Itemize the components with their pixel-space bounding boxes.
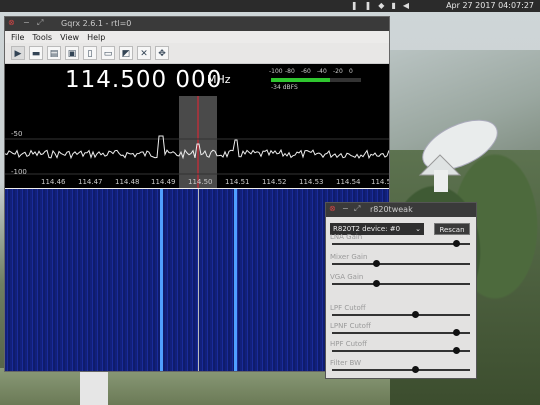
desktop-post xyxy=(80,372,108,405)
spectrum-svg: -50 -100 114.46 114.47 114.48 114.49 114… xyxy=(4,96,391,188)
maximize-icon[interactable]: ⤢ xyxy=(354,204,360,214)
close-icon[interactable]: ⊗ xyxy=(329,204,336,213)
device-select-value: R820T2 device: #0 xyxy=(333,225,401,233)
x-label: 114.51 xyxy=(225,178,250,186)
slider-track[interactable] xyxy=(332,240,470,247)
slider-track[interactable] xyxy=(332,329,470,336)
meter-scale-label: -80 xyxy=(285,68,295,75)
meter-value: -34 dBFS xyxy=(271,84,298,91)
window-title: r820tweak xyxy=(370,205,413,214)
slider-track[interactable] xyxy=(332,366,470,373)
minimize-icon[interactable]: − xyxy=(342,204,349,213)
volume-icon[interactable]: ◀ xyxy=(403,1,416,10)
menu-file[interactable]: File xyxy=(11,33,24,42)
crosshair-icon[interactable]: ✥ xyxy=(155,46,169,60)
gqrx-titlebar[interactable]: ⊗ − ⤢ Gqrx 2.6.1 - rtl=0 xyxy=(5,17,389,31)
frequency-unit: MHz xyxy=(207,73,231,86)
x-label: 114.48 xyxy=(115,178,140,186)
chip-icon[interactable]: ◩ xyxy=(119,46,133,60)
x-label: 114.52 xyxy=(262,178,287,186)
x-label: 114.49 xyxy=(151,178,176,186)
slider-label: HPF Cutoff xyxy=(330,340,367,348)
waterfall-signal xyxy=(160,189,163,371)
maximize-icon[interactable]: ⤢ xyxy=(37,18,43,28)
tools-icon[interactable]: ✕ xyxy=(137,46,151,60)
slider-label: Mixer Gain xyxy=(330,253,368,261)
slider-handle[interactable] xyxy=(411,366,419,373)
meter-scale-label: -20 xyxy=(333,68,343,75)
x-label: 114.5 xyxy=(371,178,389,186)
slider-label: LPNF Cutoff xyxy=(330,322,371,330)
waterfall-signal xyxy=(234,189,237,371)
waterfall-center-line xyxy=(198,189,199,371)
slider-handle[interactable] xyxy=(373,280,381,287)
y-label: -100 xyxy=(11,168,27,176)
device-icon[interactable]: ▬ xyxy=(29,46,43,60)
meter-scale-label: -100 xyxy=(269,68,283,75)
menubar: File Tools View Help xyxy=(5,31,389,43)
slider-label: Filter BW xyxy=(330,359,362,367)
r820tweak-window: ⊗ − ⤢ r820tweak R820T2 device: #0 ⌄ Resc… xyxy=(325,202,477,379)
signal-meter: -100 -80 -60 -40 -20 0 -34 dBFS xyxy=(269,68,369,92)
chevron-down-icon: ⌄ xyxy=(415,225,421,233)
meter-level-bar xyxy=(271,78,331,82)
slider-handle[interactable] xyxy=(373,260,381,267)
slider-handle[interactable] xyxy=(411,311,419,318)
x-label: 114.54 xyxy=(336,178,361,186)
pause-icon[interactable]: ❚❚ xyxy=(351,1,378,10)
menu-tools[interactable]: Tools xyxy=(32,33,52,42)
slider-track[interactable] xyxy=(332,280,470,287)
save-icon[interactable]: ▣ xyxy=(65,46,79,60)
minimize-icon[interactable]: − xyxy=(23,18,30,27)
slider-handle[interactable] xyxy=(453,347,461,354)
top-panel: ❚❚◆▮◀ Apr 27 2017 04:07:27 xyxy=(0,0,540,12)
slider-label: LPF Cutoff xyxy=(330,304,366,312)
wifi-icon[interactable]: ◆ xyxy=(378,1,391,10)
x-label: 114.46 xyxy=(41,178,66,186)
meter-scale-label: -40 xyxy=(317,68,327,75)
y-label: -50 xyxy=(11,130,22,138)
play-icon[interactable]: ▶ xyxy=(11,46,25,60)
close-icon[interactable]: ⊗ xyxy=(8,18,15,27)
system-tray[interactable]: ❚❚◆▮◀ xyxy=(351,1,416,10)
spectrum-plot[interactable]: -50 -100 114.46 114.47 114.48 114.49 114… xyxy=(4,96,391,188)
screen-icon[interactable]: ▭ xyxy=(101,46,115,60)
slider-track[interactable] xyxy=(332,311,470,318)
battery-icon[interactable]: ▮ xyxy=(391,1,402,10)
slider-label: VGA Gain xyxy=(330,273,364,281)
satellite-dish-image xyxy=(418,119,498,192)
frequency-display: 114.500 000 MHz -100 -80 -60 -40 -20 0 -… xyxy=(5,64,389,96)
x-label: 114.50 xyxy=(188,178,213,186)
document-icon[interactable]: ▯ xyxy=(83,46,97,60)
slider-track[interactable] xyxy=(332,260,470,267)
meter-scale-label: -60 xyxy=(301,68,311,75)
window-title: Gqrx 2.6.1 - rtl=0 xyxy=(61,19,132,28)
clock[interactable]: Apr 27 2017 04:07:27 xyxy=(446,1,534,10)
frequency-value[interactable]: 114.500 000 xyxy=(65,67,222,93)
slider-handle[interactable] xyxy=(453,240,461,247)
menu-view[interactable]: View xyxy=(60,33,79,42)
folder-icon[interactable]: ▤ xyxy=(47,46,61,60)
x-label: 114.47 xyxy=(78,178,103,186)
tweak-titlebar[interactable]: ⊗ − ⤢ r820tweak xyxy=(326,203,476,217)
slider-track[interactable] xyxy=(332,347,470,354)
slider-label: LNA Gain xyxy=(330,233,363,241)
x-label: 114.53 xyxy=(299,178,324,186)
toolbar: ▶ ▬ ▤ ▣ ▯ ▭ ◩ ✕ ✥ xyxy=(5,43,389,64)
meter-scale-label: 0 xyxy=(349,68,353,75)
rescan-button[interactable]: Rescan xyxy=(434,223,470,235)
menu-help[interactable]: Help xyxy=(87,33,105,42)
slider-handle[interactable] xyxy=(453,329,461,336)
